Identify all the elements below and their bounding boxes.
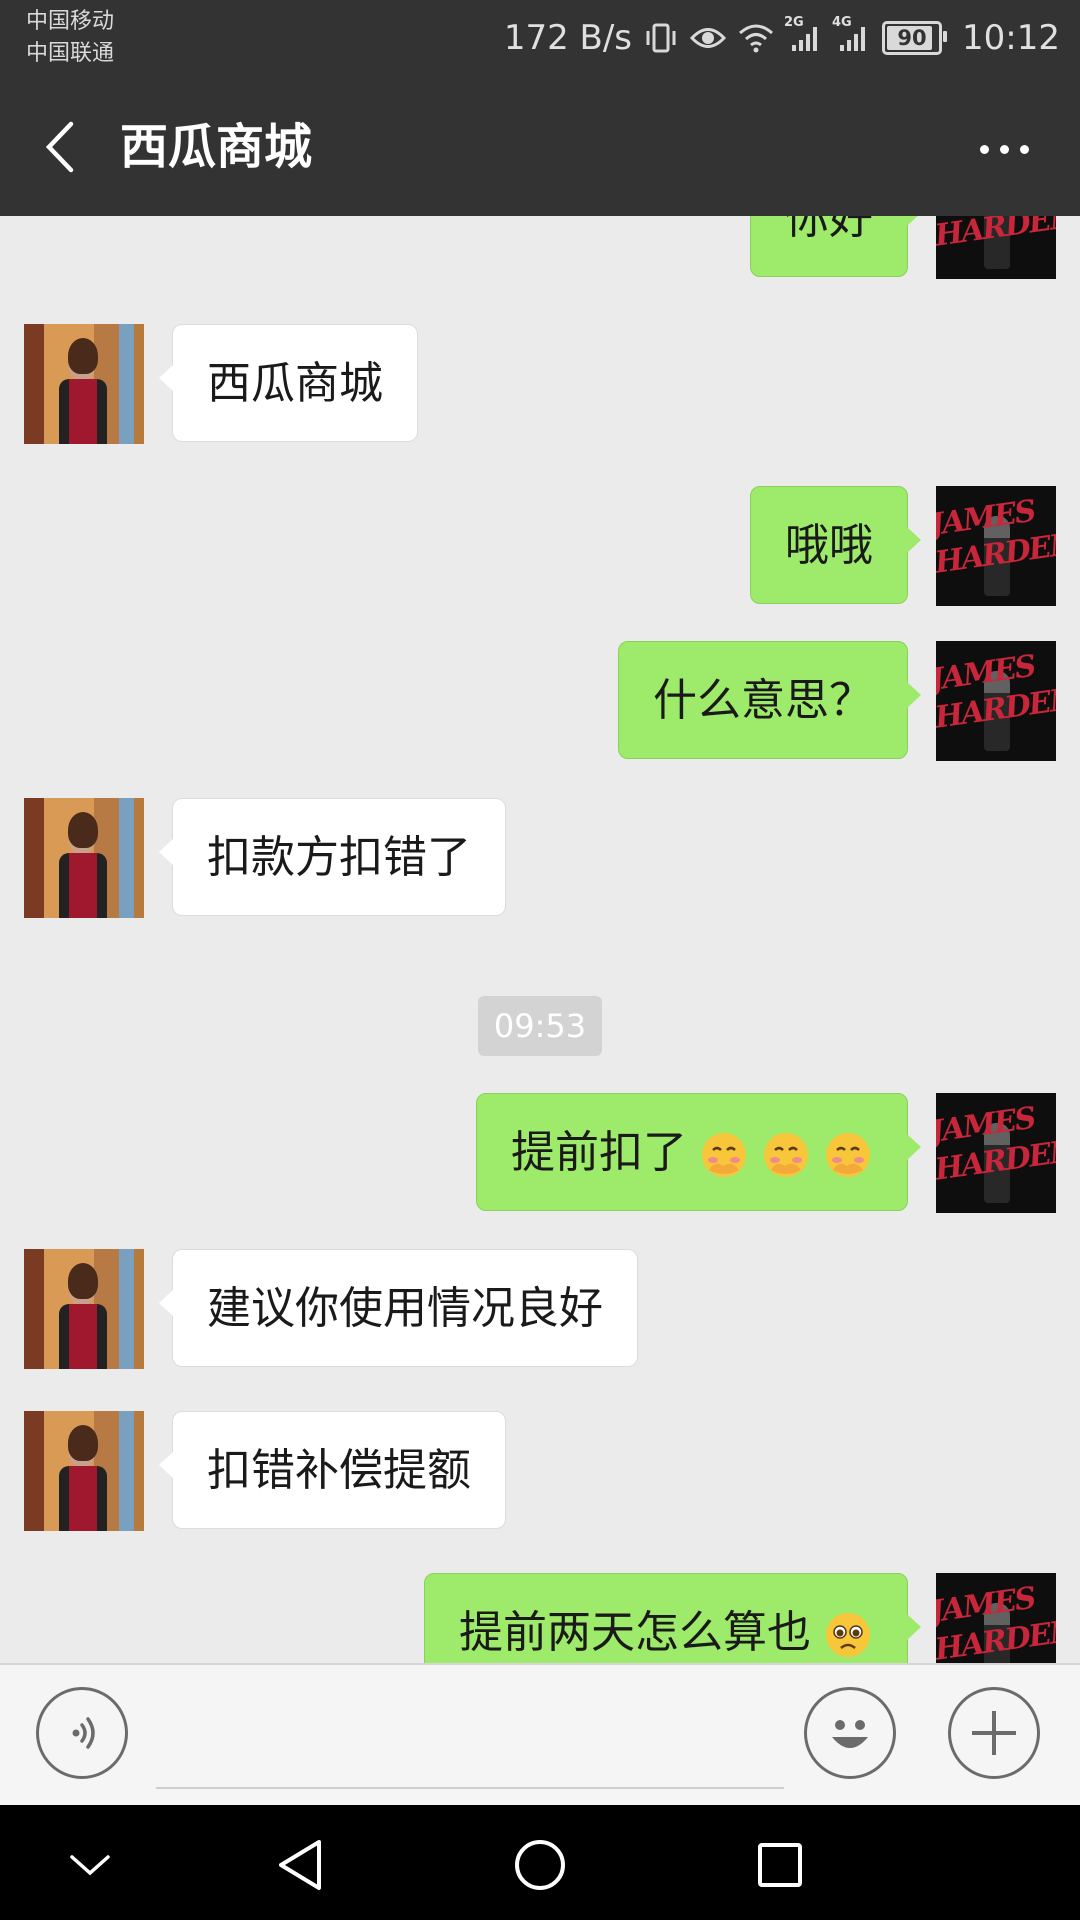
- plus-icon: [972, 1711, 1016, 1755]
- face-with-hand-over-mouth-emoji: [764, 1133, 808, 1177]
- message-bubble-sent[interactable]: 提前两天怎么算也: [424, 1573, 921, 1663]
- contact-avatar[interactable]: [24, 798, 144, 918]
- message-bubble-received[interactable]: 扣错补偿提额: [159, 1411, 506, 1529]
- more-dots-icon: [979, 144, 989, 154]
- message-text: 什么意思？: [653, 675, 873, 726]
- message-text: 哦哦: [785, 520, 873, 571]
- status-bar: 中国移动 中国联通 172 B/s 2G 4G 90 10:12: [0, 0, 1080, 78]
- carrier-info: 中国移动 中国联通: [26, 6, 114, 70]
- pleading-face-emoji: [826, 1613, 870, 1657]
- battery-icon: 90: [882, 21, 948, 55]
- smiley-icon: [832, 1720, 868, 1748]
- circle-home-icon: [515, 1840, 565, 1890]
- message-bubble-received[interactable]: 建议你使用情况良好: [159, 1249, 638, 1367]
- message-text: 扣错补偿提额: [207, 1445, 471, 1496]
- hide-nav-button[interactable]: [60, 1835, 120, 1895]
- contact-avatar[interactable]: [24, 1411, 144, 1531]
- more-functions-button[interactable]: [948, 1687, 1040, 1779]
- message-bubble-sent[interactable]: 哦哦: [750, 486, 921, 604]
- voice-button[interactable]: [36, 1687, 128, 1779]
- recents-nav-button[interactable]: [750, 1835, 810, 1895]
- timestamp: 09:53: [478, 996, 602, 1056]
- triangle-back-icon: [279, 1840, 321, 1890]
- message-text: 建议你使用情况良好: [207, 1283, 603, 1334]
- message-bubble-received[interactable]: 扣款方扣错了: [159, 798, 506, 916]
- signal-2g-icon: 2G: [784, 15, 822, 53]
- message-bubble-received[interactable]: 西瓜商城: [159, 324, 418, 442]
- message-bubble-sent[interactable]: 你好: [750, 216, 921, 277]
- network-2g-label: 2G: [784, 15, 804, 30]
- message-bubble-sent[interactable]: 提前扣了: [476, 1093, 921, 1211]
- network-4g-label: 4G: [832, 15, 852, 30]
- status-icons: 172 B/s 2G 4G 90 10:12: [504, 14, 1060, 62]
- square-recents-icon: [758, 1843, 802, 1887]
- face-with-hand-over-mouth-emoji: [702, 1133, 746, 1177]
- net-speed: 172 B/s: [503, 18, 633, 58]
- emoji-button[interactable]: [804, 1687, 896, 1779]
- message-text: 你好: [785, 216, 873, 244]
- vibrate-icon: [644, 21, 678, 55]
- message-bubble-sent[interactable]: 什么意思？: [618, 641, 921, 759]
- my-avatar[interactable]: JAMESHARDEN: [936, 1573, 1056, 1663]
- back-button[interactable]: [30, 108, 90, 186]
- message-input[interactable]: [156, 1685, 784, 1789]
- carrier-1: 中国移动: [26, 9, 115, 34]
- chevron-left-icon: [45, 121, 74, 173]
- eye-icon: [690, 23, 727, 53]
- wifi-icon: [738, 23, 774, 53]
- contact-avatar[interactable]: [24, 324, 144, 444]
- my-avatar[interactable]: JAMESHARDEN: [936, 216, 1056, 279]
- voice-icon: [72, 1717, 95, 1749]
- message-text: 扣款方扣错了: [207, 832, 471, 883]
- message-text: 提前扣了: [511, 1127, 687, 1178]
- battery-level: 90: [897, 26, 927, 50]
- input-bar: [0, 1663, 1080, 1807]
- chevron-down-icon: [70, 1855, 110, 1876]
- carrier-2: 中国联通: [26, 41, 115, 66]
- system-nav-bar: [0, 1805, 1080, 1920]
- back-nav-button[interactable]: [270, 1835, 330, 1895]
- chat-area[interactable]: 你好 JAMESHARDEN 西瓜商城 哦哦 JAMESHARDEN 什么意思？…: [0, 216, 1080, 1663]
- message-text: 提前两天怎么算也: [459, 1607, 811, 1658]
- signal-4g-icon: 4G: [832, 15, 870, 53]
- my-avatar[interactable]: JAMESHARDEN: [936, 486, 1056, 606]
- home-nav-button[interactable]: [510, 1835, 570, 1895]
- my-avatar[interactable]: JAMESHARDEN: [936, 641, 1056, 761]
- my-avatar[interactable]: JAMESHARDEN: [936, 1093, 1056, 1213]
- clock: 10:12: [962, 18, 1060, 58]
- face-with-hand-over-mouth-emoji: [826, 1133, 870, 1177]
- more-options-button[interactable]: [964, 114, 1044, 184]
- message-text: 西瓜商城: [207, 358, 383, 409]
- title-bar: 西瓜商城: [0, 78, 1080, 216]
- page-title: 西瓜商城: [120, 119, 313, 175]
- contact-avatar[interactable]: [24, 1249, 144, 1369]
